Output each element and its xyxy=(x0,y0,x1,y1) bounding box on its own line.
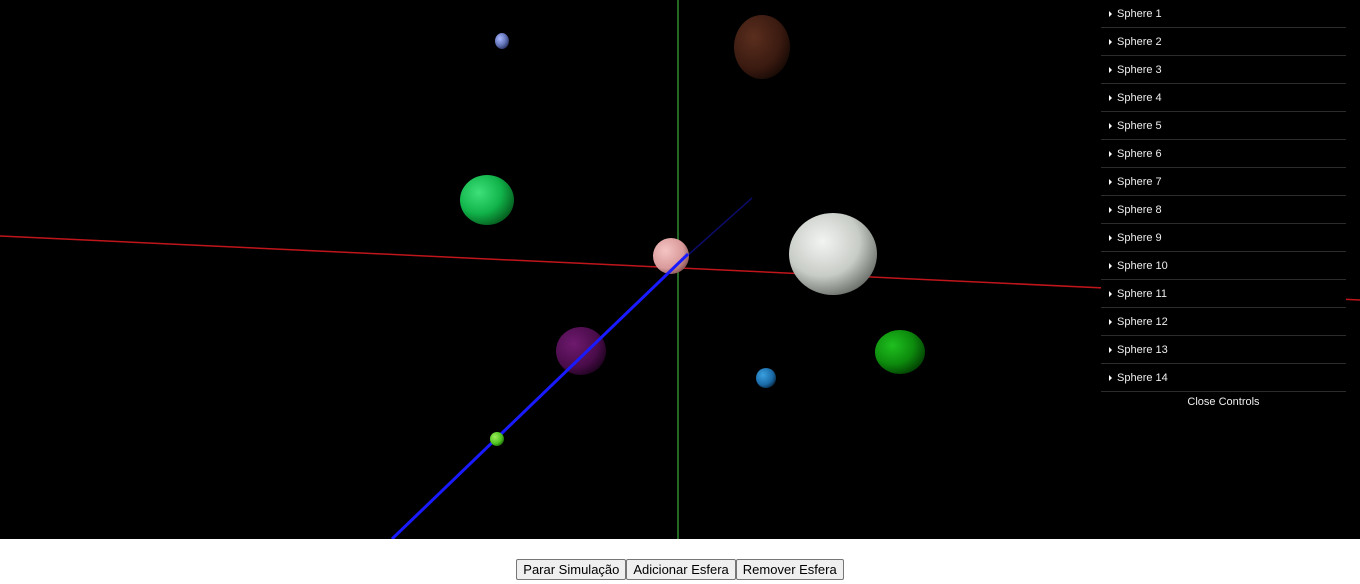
triangle-right-icon xyxy=(1109,66,1112,73)
sphere-brown[interactable] xyxy=(734,15,790,79)
gui-folder-sphere-4[interactable]: Sphere 4 xyxy=(1101,84,1346,112)
gui-folder-label: Sphere 6 xyxy=(1117,147,1162,160)
sphere-purple[interactable] xyxy=(556,327,606,375)
gui-folder-label: Sphere 1 xyxy=(1117,7,1162,20)
close-controls-button[interactable]: Close Controls xyxy=(1101,392,1346,412)
gui-folder-label: Sphere 12 xyxy=(1117,315,1168,328)
triangle-right-icon xyxy=(1109,10,1112,17)
gui-folder-sphere-2[interactable]: Sphere 2 xyxy=(1101,28,1346,56)
gui-folder-sphere-6[interactable]: Sphere 6 xyxy=(1101,140,1346,168)
gui-folder-label: Sphere 4 xyxy=(1117,91,1162,104)
triangle-right-icon xyxy=(1109,178,1112,185)
controls-panel: Sphere 1 Sphere 2 Sphere 3 Sphere 4 Sphe… xyxy=(1101,0,1346,412)
add-sphere-button[interactable]: Adicionar Esfera xyxy=(626,559,736,580)
triangle-right-icon xyxy=(1109,234,1112,241)
triangle-right-icon xyxy=(1109,346,1112,353)
gui-folder-label: Sphere 14 xyxy=(1117,371,1168,384)
triangle-right-icon xyxy=(1109,262,1112,269)
simulation-controls: Parar Simulação Adicionar Esfera Remover… xyxy=(0,539,1360,584)
gui-folder-label: Sphere 2 xyxy=(1117,35,1162,48)
triangle-right-icon xyxy=(1109,122,1112,129)
gui-folder-label: Sphere 9 xyxy=(1117,231,1162,244)
gui-folder-label: Sphere 8 xyxy=(1117,203,1162,216)
gui-folder-sphere-12[interactable]: Sphere 12 xyxy=(1101,308,1346,336)
sphere-teal[interactable] xyxy=(756,368,776,388)
gui-folder-sphere-9[interactable]: Sphere 9 xyxy=(1101,224,1346,252)
remove-sphere-button[interactable]: Remover Esfera xyxy=(735,559,844,580)
gui-folder-sphere-14[interactable]: Sphere 14 xyxy=(1101,364,1346,392)
gui-folder-sphere-7[interactable]: Sphere 7 xyxy=(1101,168,1346,196)
3d-viewport[interactable]: Sphere 1 Sphere 2 Sphere 3 Sphere 4 Sphe… xyxy=(0,0,1360,539)
triangle-right-icon xyxy=(1109,318,1112,325)
gui-folder-sphere-8[interactable]: Sphere 8 xyxy=(1101,196,1346,224)
gui-folder-label: Sphere 11 xyxy=(1117,287,1167,300)
triangle-right-icon xyxy=(1109,38,1112,45)
sphere-blue-small[interactable] xyxy=(495,33,509,49)
gui-folder-label: Sphere 7 xyxy=(1117,175,1162,188)
gui-folder-sphere-10[interactable]: Sphere 10 xyxy=(1101,252,1346,280)
gui-folder-sphere-11[interactable]: Sphere 11 xyxy=(1101,280,1346,308)
triangle-right-icon xyxy=(1109,374,1112,381)
gui-folder-sphere-1[interactable]: Sphere 1 xyxy=(1101,0,1346,28)
gui-folder-label: Sphere 10 xyxy=(1117,259,1168,272)
sphere-lime[interactable] xyxy=(490,432,504,446)
triangle-right-icon xyxy=(1109,290,1112,297)
stop-simulation-button[interactable]: Parar Simulação xyxy=(516,559,627,580)
z-axis-line-far xyxy=(677,197,753,265)
z-axis-line xyxy=(390,252,690,539)
sphere-white[interactable] xyxy=(789,213,877,295)
gui-folder-label: Sphere 5 xyxy=(1117,119,1162,132)
triangle-right-icon xyxy=(1109,150,1112,157)
triangle-right-icon xyxy=(1109,94,1112,101)
gui-folder-sphere-5[interactable]: Sphere 5 xyxy=(1101,112,1346,140)
triangle-right-icon xyxy=(1109,206,1112,213)
gui-folder-sphere-3[interactable]: Sphere 3 xyxy=(1101,56,1346,84)
sphere-darkgreen[interactable] xyxy=(875,330,925,374)
gui-folder-label: Sphere 3 xyxy=(1117,63,1162,76)
gui-folder-sphere-13[interactable]: Sphere 13 xyxy=(1101,336,1346,364)
sphere-green[interactable] xyxy=(460,175,514,225)
gui-folder-label: Sphere 13 xyxy=(1117,343,1168,356)
